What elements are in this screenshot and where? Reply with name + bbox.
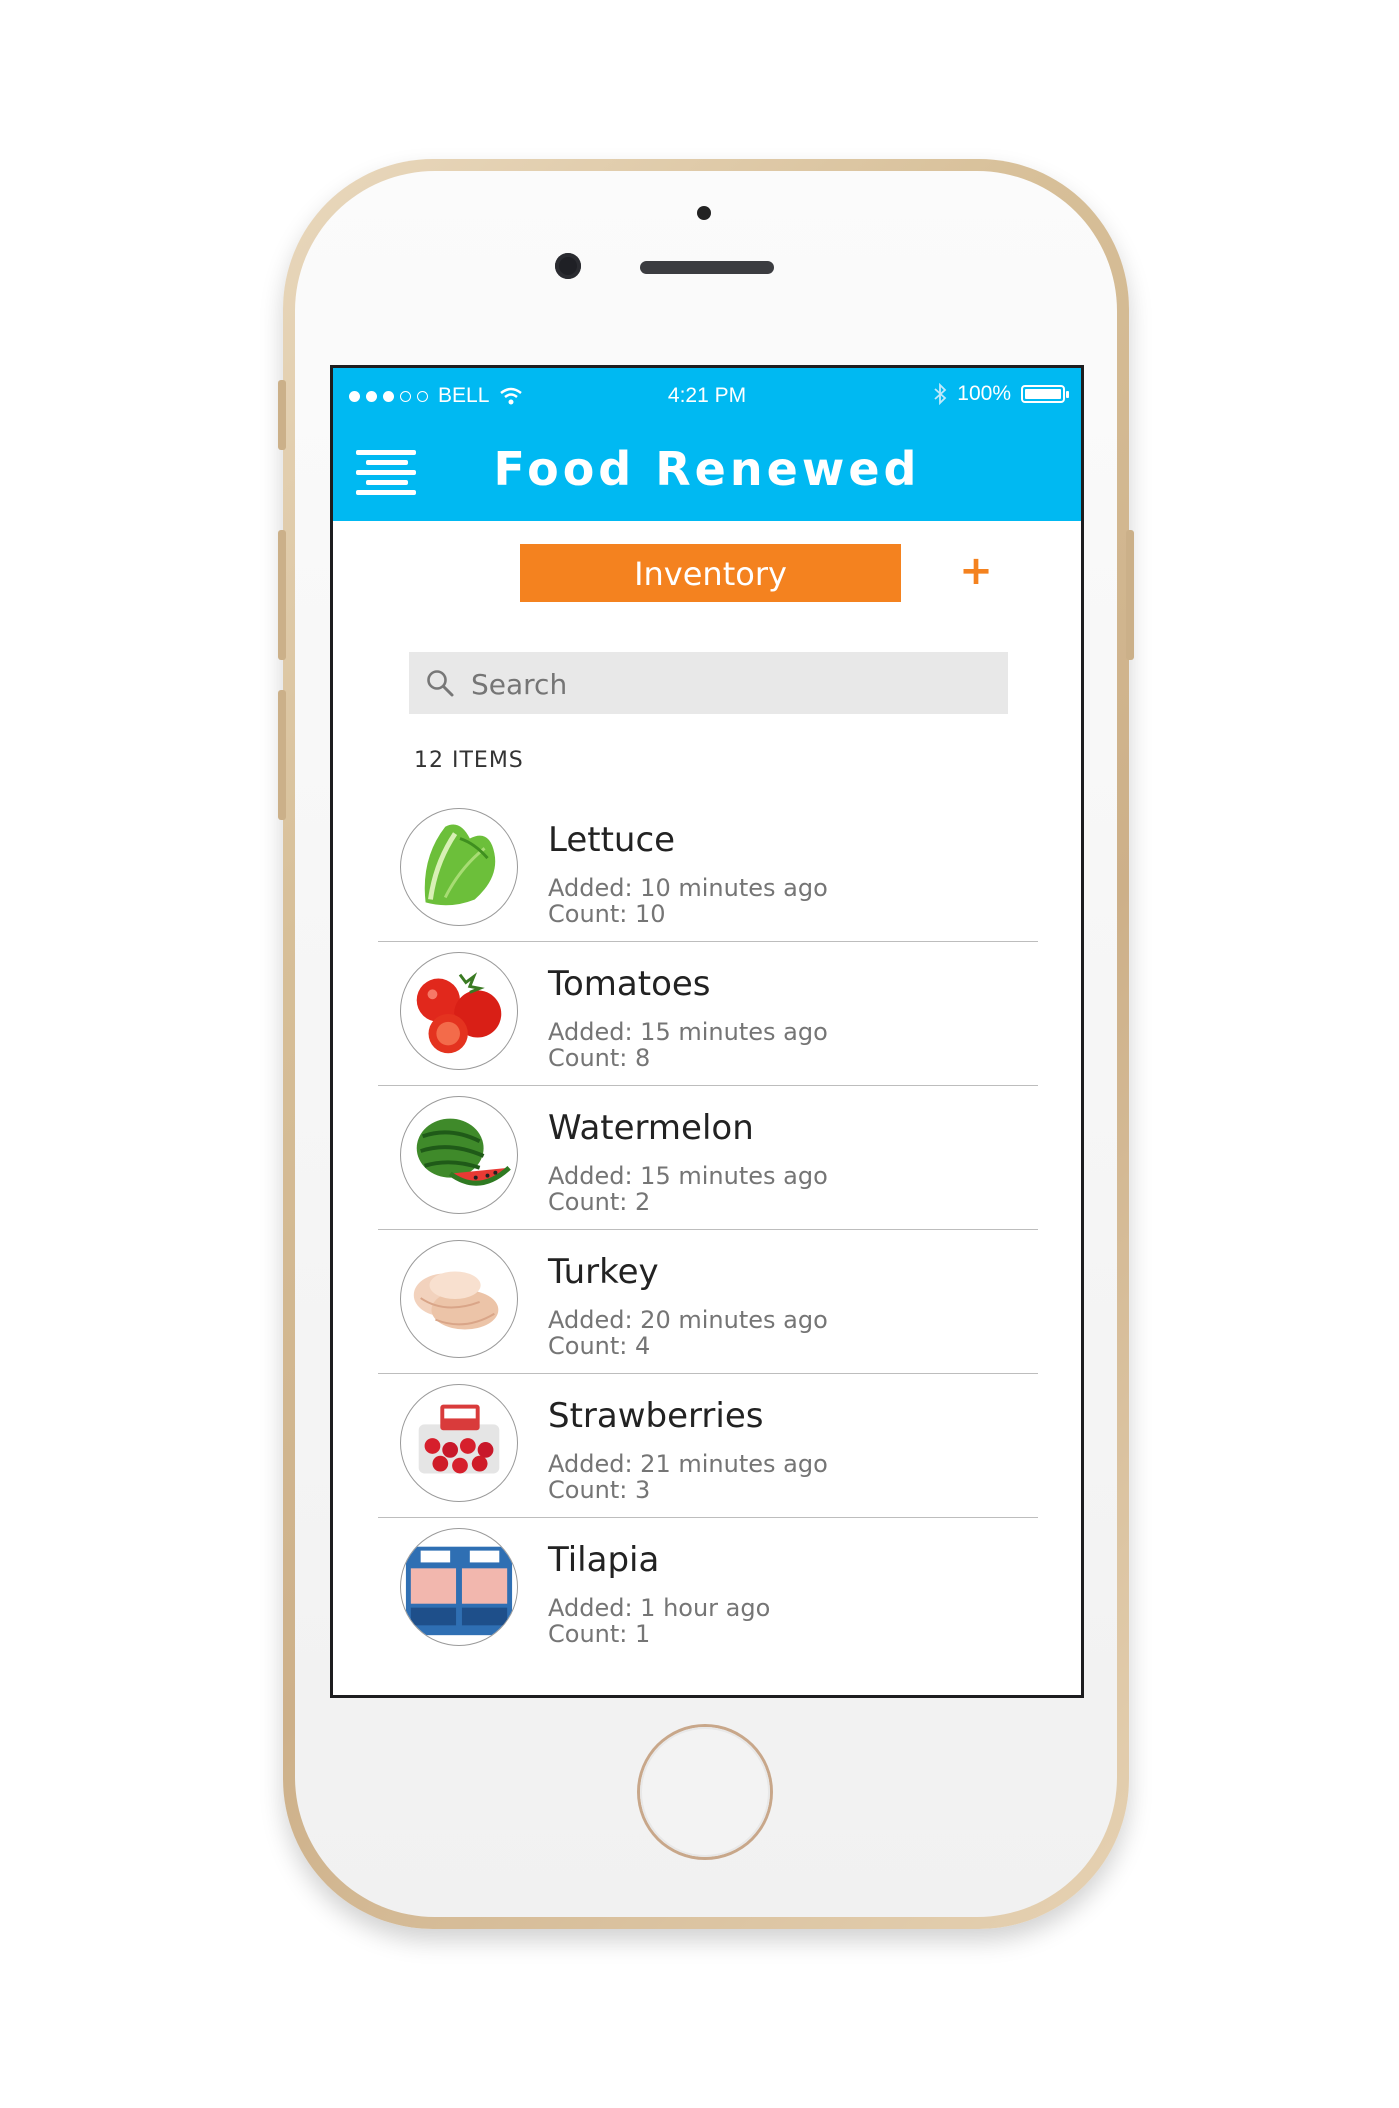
item-name: Turkey — [548, 1252, 659, 1292]
item-added-time: Added: 20 minutes ago — [548, 1306, 828, 1334]
turkey-image — [413, 1271, 499, 1330]
item-thumbnail — [400, 1384, 518, 1502]
item-count: Count: 4 — [548, 1332, 651, 1360]
battery-icon — [1021, 385, 1069, 403]
item-added-time: Added: 15 minutes ago — [548, 1162, 828, 1190]
volume-up-button — [278, 530, 286, 660]
power-button — [1126, 530, 1134, 660]
front-camera — [555, 253, 581, 279]
list-item[interactable]: Lettuce Added: 10 minutes ago Count: 10 — [378, 798, 1038, 942]
volume-down-button — [278, 690, 286, 820]
item-added-time: Added: 21 minutes ago — [548, 1450, 828, 1478]
tomatoes-image — [416, 972, 502, 1054]
item-name: Tilapia — [548, 1540, 660, 1580]
app-title: Food Renewed — [493, 442, 921, 496]
app-screen: BELL 4:21 PM 100% Food Renewed Inventory… — [330, 365, 1084, 1698]
item-thumbnail — [400, 1240, 518, 1358]
home-button[interactable] — [640, 1727, 770, 1857]
item-thumbnail — [400, 1096, 518, 1214]
item-added-time: Added: 10 minutes ago — [548, 874, 828, 902]
list-item[interactable]: Tomatoes Added: 15 minutes ago Count: 8 — [378, 942, 1038, 1086]
item-count: Count: 3 — [548, 1476, 651, 1504]
item-name: Watermelon — [548, 1108, 754, 1148]
search-input[interactable] — [469, 662, 993, 706]
inventory-button[interactable]: Inventory — [520, 544, 901, 602]
item-count: Count: 8 — [548, 1044, 651, 1072]
add-item-button[interactable]: + — [956, 548, 996, 594]
strawberries-image — [418, 1404, 500, 1474]
item-name: Strawberries — [548, 1396, 764, 1436]
item-added-time: Added: 1 hour ago — [548, 1594, 771, 1622]
lettuce-image — [424, 824, 496, 906]
status-right: 100% — [933, 382, 1069, 406]
item-added-time: Added: 15 minutes ago — [548, 1018, 828, 1046]
search-icon — [425, 668, 455, 698]
item-name: Lettuce — [548, 820, 676, 860]
battery-percent: 100% — [957, 382, 1011, 405]
earpiece-speaker — [640, 261, 774, 274]
search-bar[interactable] — [409, 652, 1008, 714]
list-item[interactable]: Watermelon Added: 15 minutes ago Count: … — [378, 1086, 1038, 1230]
item-count: Count: 10 — [548, 900, 666, 928]
item-thumbnail — [400, 808, 518, 926]
watermelon-image — [416, 1118, 511, 1186]
status-bar: BELL 4:21 PM 100% — [333, 368, 1081, 424]
list-item[interactable]: Strawberries Added: 21 minutes ago Count… — [378, 1374, 1038, 1518]
list-item[interactable]: Turkey Added: 20 minutes ago Count: 4 — [378, 1230, 1038, 1374]
item-thumbnail — [400, 1528, 518, 1646]
item-name: Tomatoes — [548, 964, 711, 1004]
mute-switch — [278, 380, 286, 450]
item-count: Count: 1 — [548, 1620, 651, 1648]
bluetooth-icon — [933, 382, 947, 406]
item-count: Count: 2 — [548, 1188, 651, 1216]
item-thumbnail — [400, 952, 518, 1070]
item-count-label: 12 ITEMS — [414, 748, 524, 773]
tilapia-image — [405, 1546, 513, 1636]
list-item[interactable]: Tilapia Added: 1 hour ago Count: 1 — [378, 1518, 1038, 1662]
inventory-list: Lettuce Added: 10 minutes ago Count: 10 … — [378, 798, 1038, 1662]
proximity-sensor — [697, 206, 711, 220]
nav-bar: Food Renewed — [333, 424, 1081, 521]
